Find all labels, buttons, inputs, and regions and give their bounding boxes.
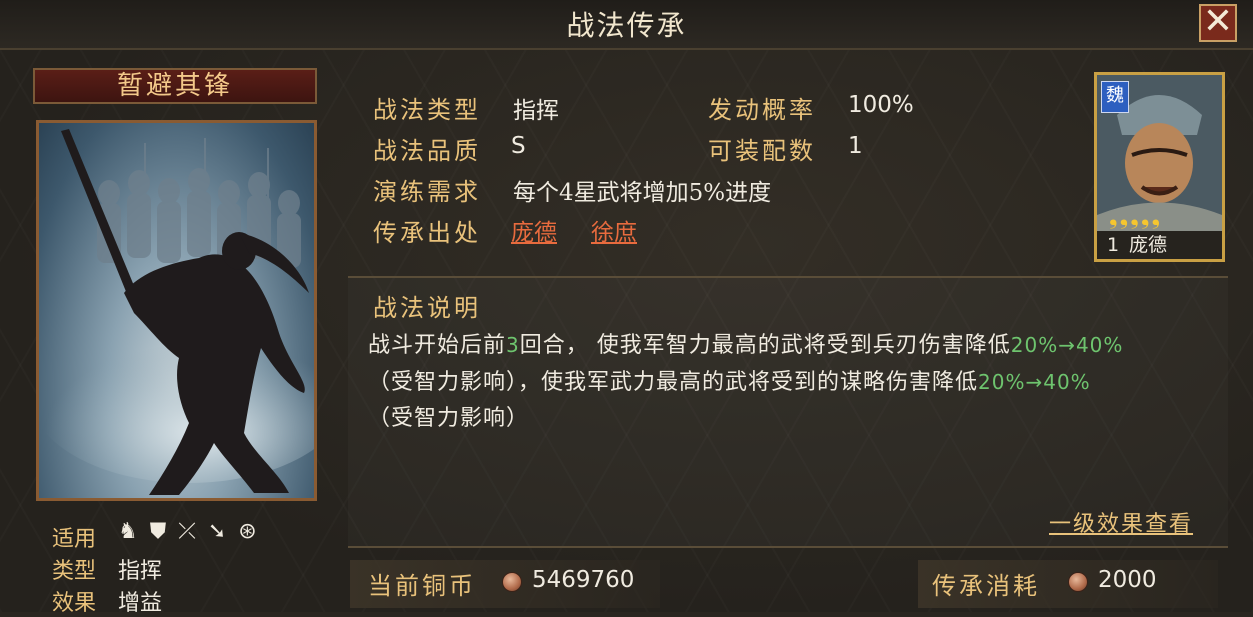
equip-count-label: 可装配数 bbox=[708, 137, 816, 165]
current-coin-label: 当前铜币 bbox=[368, 572, 476, 600]
faction-badge: 魏 bbox=[1101, 81, 1129, 113]
type-label: 类型 bbox=[52, 559, 97, 584]
shield-icon: ⛊ bbox=[149, 519, 167, 544]
desc-text: 回合， 使我军智力最高的武将受到兵刃伤害降低 bbox=[519, 333, 1011, 358]
description-title: 战法说明 bbox=[373, 294, 481, 322]
spear-icon: ➘ bbox=[207, 519, 227, 544]
troop-type-icons: ♞ ⛊ ⤫ ➘ ⊛ bbox=[118, 519, 257, 544]
warrior-silhouette-image bbox=[39, 129, 314, 495]
skill-type-label: 战法类型 bbox=[373, 96, 481, 124]
cost-value: 2000 bbox=[1098, 567, 1157, 593]
skill-quality-value: S bbox=[511, 133, 526, 159]
level-one-effect-link[interactable]: 一级效果查看 bbox=[1049, 506, 1193, 538]
practice-requirement-label: 演练需求 bbox=[373, 178, 481, 206]
source-link-xushu[interactable]: 徐庶 bbox=[591, 213, 637, 247]
desc-value-range: 20%→40% bbox=[978, 370, 1091, 394]
general-card[interactable]: 魏 ❟❟❟❟❟ 1 庞德 bbox=[1094, 72, 1225, 262]
skill-name: 暂避其锋 bbox=[33, 68, 317, 104]
general-nameplate: 1 庞德 bbox=[1097, 231, 1222, 259]
effect-value: 增益 bbox=[118, 591, 163, 616]
skill-artwork bbox=[36, 120, 317, 501]
type-value: 指挥 bbox=[118, 559, 163, 584]
current-coin-value: 5469760 bbox=[532, 567, 635, 593]
title-bar: 战法传承 ✕ bbox=[0, 0, 1253, 50]
effect-label: 效果 bbox=[52, 591, 97, 616]
wheel-icon: ⊛ bbox=[238, 519, 257, 544]
copper-coin-icon bbox=[502, 572, 522, 592]
cavalry-icon: ♞ bbox=[118, 519, 138, 544]
trigger-rate-label: 发动概率 bbox=[708, 96, 816, 124]
practice-requirement-value: 每个4星武将增加5%进度 bbox=[513, 180, 772, 206]
description-line-2: （受智力影响），使我军武力最高的武将受到的谋略伤害降低20%→40% bbox=[368, 364, 1091, 396]
description-line-3: （受智力影响） bbox=[368, 406, 530, 431]
trigger-rate-value: 100% bbox=[848, 92, 914, 118]
description-line-1: 战斗开始后前3回合， 使我军智力最高的武将受到兵刃伤害降低20%→40% bbox=[368, 327, 1123, 359]
skill-quality-label: 战法品质 bbox=[373, 137, 481, 165]
general-name: 庞德 bbox=[1129, 234, 1168, 256]
desc-value-range: 20%→40% bbox=[1010, 333, 1124, 357]
desc-text: 战斗开始后前 bbox=[368, 333, 507, 358]
applicable-label: 适用 bbox=[52, 527, 97, 552]
source-link-pangde[interactable]: 庞德 bbox=[511, 213, 557, 247]
applicable-row: 适用 ♞ ⛊ ⤫ ➘ ⊛ bbox=[52, 519, 257, 553]
effect-row: 效果 增益 bbox=[52, 585, 162, 617]
skill-type-value: 指挥 bbox=[513, 98, 559, 124]
desc-rounds: 3 bbox=[506, 333, 520, 357]
type-row: 类型 指挥 bbox=[52, 553, 162, 585]
inherit-source-label: 传承出处 bbox=[373, 219, 481, 247]
general-level: 1 bbox=[1107, 234, 1120, 256]
desc-text: （受智力影响），使我军武力最高的武将受到的谋略伤害降低 bbox=[368, 370, 979, 395]
cost-label: 传承消耗 bbox=[932, 572, 1040, 600]
copper-coin-icon bbox=[1068, 572, 1088, 592]
star-rating: ❟❟❟❟❟ bbox=[1109, 205, 1163, 230]
close-button[interactable]: ✕ bbox=[1199, 4, 1237, 42]
window-title: 战法传承 bbox=[566, 9, 687, 42]
bow-icon: ⤫ bbox=[178, 519, 196, 544]
equip-count-value: 1 bbox=[848, 133, 863, 159]
